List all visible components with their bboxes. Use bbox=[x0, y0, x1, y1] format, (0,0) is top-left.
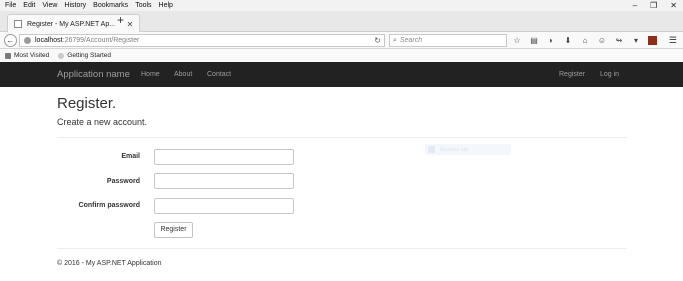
bookmarks-bar: Most Visited Getting Started bbox=[0, 49, 683, 62]
restore-tab-icon bbox=[428, 146, 435, 153]
download-icon[interactable]: ⬇ bbox=[563, 35, 573, 46]
page-subtitle: Create a new account. bbox=[57, 117, 148, 127]
close-window-icon[interactable]: ✕ bbox=[670, 1, 677, 11]
footer-text: © 2016 - My ASP.NET Application bbox=[57, 260, 162, 267]
url-bar[interactable]: localhost:26799/Account/Register ↻ bbox=[19, 34, 385, 47]
menu-tools[interactable]: Tools bbox=[135, 0, 151, 11]
menu-file[interactable]: File bbox=[5, 0, 16, 11]
minimize-icon[interactable]: – bbox=[633, 1, 637, 11]
star-icon[interactable]: ☆ bbox=[512, 35, 522, 46]
tab-strip: Register - My ASP.NET Ap... ✕ bbox=[0, 11, 683, 33]
brand-link[interactable]: Application name bbox=[57, 62, 130, 87]
extension-icon[interactable]: ↬ bbox=[614, 35, 624, 46]
bookmark-most-visited[interactable]: Most Visited bbox=[5, 52, 49, 59]
menu-history[interactable]: History bbox=[64, 0, 86, 11]
extension-red-icon[interactable] bbox=[648, 36, 657, 45]
search-icon: ⌕ bbox=[393, 36, 397, 44]
confirm-password-field[interactable] bbox=[154, 198, 294, 214]
search-placeholder: Search bbox=[399, 37, 423, 44]
reading-list-icon[interactable]: ▤ bbox=[529, 35, 539, 46]
url-host: localhost bbox=[35, 37, 63, 44]
site-info-icon[interactable] bbox=[24, 37, 31, 44]
extension-dropdown-icon[interactable]: ▾ bbox=[631, 35, 641, 46]
nav-register[interactable]: Register bbox=[559, 62, 585, 87]
reload-icon[interactable]: ↻ bbox=[374, 36, 381, 45]
url-path: :26799/Account/Register bbox=[62, 37, 140, 44]
menu-help[interactable]: Help bbox=[159, 0, 173, 11]
bookmark-getting-started[interactable]: Getting Started bbox=[58, 52, 111, 59]
nav-about[interactable]: About bbox=[174, 62, 192, 87]
restore-tab-text: Restore tab bbox=[440, 146, 469, 153]
divider bbox=[57, 137, 627, 138]
restore-tab-overlay: Restore tab bbox=[425, 144, 511, 155]
tab-title: Register - My ASP.NET Ap... bbox=[27, 20, 116, 28]
menu-edit[interactable]: Edit bbox=[23, 0, 35, 11]
bookmark-label: Getting Started bbox=[67, 52, 112, 59]
browser-menubar: File Edit View History Bookmarks Tools H… bbox=[0, 0, 683, 11]
bookmark-label: Most Visited bbox=[14, 52, 50, 59]
emoji-icon[interactable]: ☺ bbox=[597, 35, 607, 46]
back-button[interactable]: ← bbox=[4, 34, 17, 47]
folder-icon bbox=[5, 52, 11, 59]
menu-view[interactable]: View bbox=[42, 0, 57, 11]
window-controls: – ❐ ✕ bbox=[633, 1, 677, 11]
page-title: Register. bbox=[57, 95, 117, 112]
browser-toolbar: ← localhost:26799/Account/Register ↻ ⌕ S… bbox=[0, 32, 683, 49]
home-icon[interactable]: ⌂ bbox=[580, 35, 590, 46]
site-navbar: Application name Home About Contact Regi… bbox=[0, 62, 683, 87]
new-tab-button[interactable]: + bbox=[117, 14, 124, 26]
register-button[interactable]: Register bbox=[154, 222, 193, 238]
password-label: Password bbox=[106, 178, 140, 185]
page-favicon-icon bbox=[14, 20, 22, 28]
pocket-icon[interactable]: ◗ bbox=[546, 35, 556, 46]
footer-divider bbox=[57, 248, 627, 249]
toolbar-icons: ☆ ▤ ◗ ⬇ ⌂ ☺ ↬ ▾ bbox=[512, 35, 657, 46]
nav-home[interactable]: Home bbox=[141, 62, 160, 87]
hamburger-menu-icon[interactable]: ☰ bbox=[669, 35, 677, 46]
password-field[interactable] bbox=[154, 173, 294, 189]
arrow-left-icon: ← bbox=[6, 36, 15, 45]
confirm-password-label: Confirm password bbox=[78, 202, 140, 209]
email-label: Email bbox=[121, 153, 140, 160]
restore-icon[interactable]: ❐ bbox=[650, 1, 657, 11]
nav-login[interactable]: Log in bbox=[600, 62, 619, 87]
search-bar[interactable]: ⌕ Search bbox=[389, 34, 507, 47]
menu-bookmarks[interactable]: Bookmarks bbox=[93, 0, 128, 11]
tab-close-icon[interactable]: ✕ bbox=[125, 20, 135, 29]
nav-contact[interactable]: Contact bbox=[207, 62, 231, 87]
email-field[interactable] bbox=[154, 149, 294, 165]
globe-icon bbox=[58, 52, 65, 59]
